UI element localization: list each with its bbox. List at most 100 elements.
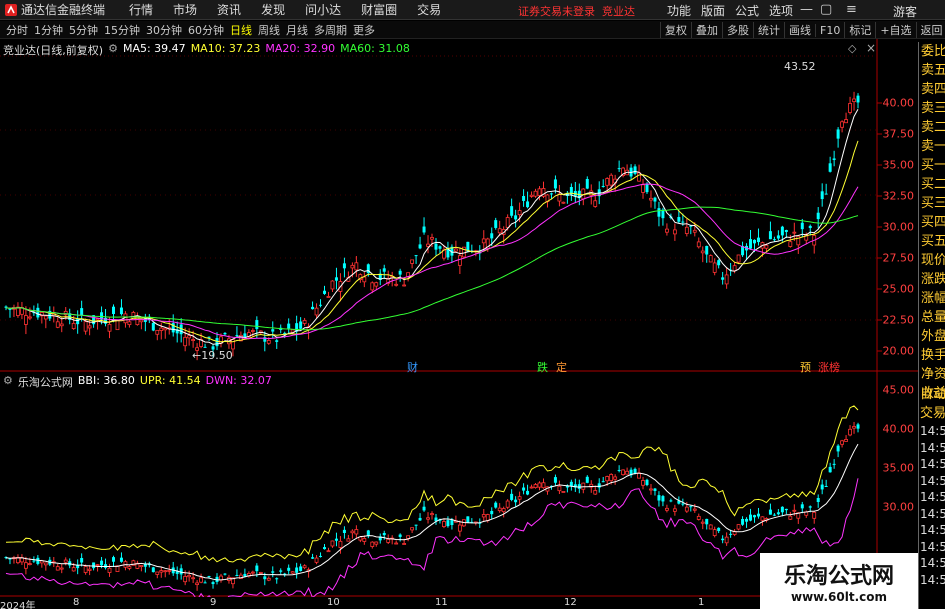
sub-candle-body	[696, 515, 701, 520]
price-tick-6: 25.00	[882, 282, 915, 296]
sub-candle-body	[665, 507, 669, 511]
main-candle-body	[83, 321, 88, 332]
main-candle-body	[43, 315, 48, 320]
main-candle-body	[609, 174, 614, 186]
sub-candle-body	[183, 575, 188, 583]
high-annotation: 43.52	[784, 60, 816, 73]
sub-candle-body	[653, 488, 657, 491]
sub-candle-body	[657, 495, 661, 501]
sub-candle-body	[319, 555, 323, 557]
price-tick-3: 32.50	[882, 189, 915, 203]
sub-candle-body	[111, 557, 115, 562]
sub-candle-body	[410, 527, 415, 531]
main-candle-body	[95, 318, 100, 321]
sub-candle-body	[832, 463, 836, 465]
main-candle-body	[255, 320, 259, 329]
main-candle-body	[426, 243, 430, 247]
quote-sidebar: 委比 卖五 卖四 卖三 卖二 卖一 买一 买二 买三 买四 买五 现价 涨跌 涨幅 总量 外盘 换手 净资 收益	[918, 42, 945, 401]
main-candle-body	[724, 274, 729, 285]
sidebar-label-16: 换手	[921, 348, 945, 363]
sub-candle-body	[561, 491, 566, 493]
event-marker-3[interactable]: 预	[800, 359, 811, 375]
main-candle-body	[776, 235, 780, 239]
sub-candle-body	[151, 567, 155, 573]
main-candle-body	[820, 191, 824, 200]
main-candle-body	[617, 168, 621, 170]
settings-small-icon-2[interactable]: ⚙	[3, 374, 13, 390]
main-candle-body	[203, 346, 207, 348]
trade-label-1[interactable]: 交易	[919, 404, 945, 423]
sub-candle-body	[661, 496, 665, 502]
sub-candle-body	[601, 481, 605, 483]
sub-candle-body	[848, 428, 852, 436]
main-candle-body	[856, 95, 860, 103]
sub-candle-body	[418, 517, 422, 521]
main-candle-body	[183, 336, 188, 347]
main-candle-body	[653, 197, 657, 202]
sub-candle-body	[776, 512, 780, 515]
sub-candle-body	[255, 565, 259, 572]
price-tick-1: 37.50	[882, 127, 915, 141]
sub-candle-body	[398, 534, 402, 537]
sidebar-label-9: 买四	[921, 215, 945, 230]
price-tick-4: 30.00	[882, 220, 915, 234]
main-candle-body	[717, 260, 721, 266]
sub-candle-body	[119, 557, 123, 562]
event-marker-0[interactable]: 财	[407, 359, 418, 375]
sub-candle-body	[816, 498, 820, 503]
main-candle-body	[533, 190, 538, 197]
main-candle-body	[59, 323, 64, 327]
sidebar-label-7: 买二	[921, 177, 945, 192]
main-candle-body	[326, 296, 331, 298]
sub-candle-body	[191, 577, 196, 580]
main-candle-body	[490, 233, 494, 239]
main-candle-body	[645, 183, 649, 193]
main-candle-body	[768, 231, 772, 240]
sub-candle-body	[311, 557, 315, 559]
sub-candle-body	[736, 524, 741, 530]
time-tick-1: 8	[73, 597, 80, 608]
main-candle-body	[824, 193, 828, 195]
sub-candle-body	[497, 507, 502, 512]
main-candle-body	[330, 280, 335, 290]
sub-candle-body	[163, 570, 168, 573]
bbi-label: BBI: 36.80	[77, 374, 135, 387]
main-candle-body	[410, 259, 415, 264]
main-candle-body	[271, 329, 275, 332]
main-candle-body	[215, 338, 219, 347]
watermark: 乐淘公式网 www.60lt.com	[760, 553, 918, 609]
main-candle-body	[55, 321, 60, 328]
sub-candle-body	[856, 424, 860, 429]
sub-tick-2: 35.00	[882, 461, 915, 475]
candlestick-chart[interactable]	[0, 0, 918, 597]
sub-candle-body	[127, 566, 132, 569]
main-candle-body	[155, 329, 160, 335]
trade-time-3: 14:56	[920, 473, 945, 488]
event-marker-1[interactable]: 跌	[537, 359, 548, 375]
sub-candle-body	[334, 538, 338, 541]
sub-candle-body	[553, 477, 557, 483]
sub-candle-body	[514, 499, 518, 503]
main-candle-body	[753, 239, 757, 244]
price-tick-0: 40.00	[882, 96, 915, 110]
tool-button-8[interactable]: 返回	[915, 22, 945, 38]
main-candle-body	[342, 263, 346, 269]
event-marker-4[interactable]: 涨榜	[818, 359, 840, 375]
sub-candle-body	[223, 573, 227, 575]
main-candle-body	[494, 220, 498, 228]
main-candle-body	[800, 222, 804, 230]
trade-label-0[interactable]: 自动	[919, 385, 945, 404]
event-marker-2[interactable]: 定	[556, 359, 567, 375]
sub-candle-body	[446, 520, 450, 527]
sub-candle-body	[510, 493, 514, 500]
main-candle-body	[119, 307, 123, 315]
sub-candle-body	[314, 557, 319, 563]
main-candle-body	[637, 172, 641, 182]
main-candle-body	[772, 239, 776, 241]
sidebar-label-5: 卖一	[921, 139, 945, 154]
sub-candle-body	[784, 508, 788, 511]
time-tick-0: 2024年	[0, 601, 36, 609]
main-candle-body	[71, 322, 76, 330]
sub-candle-body	[522, 487, 526, 491]
sub-candle-body	[402, 543, 407, 545]
